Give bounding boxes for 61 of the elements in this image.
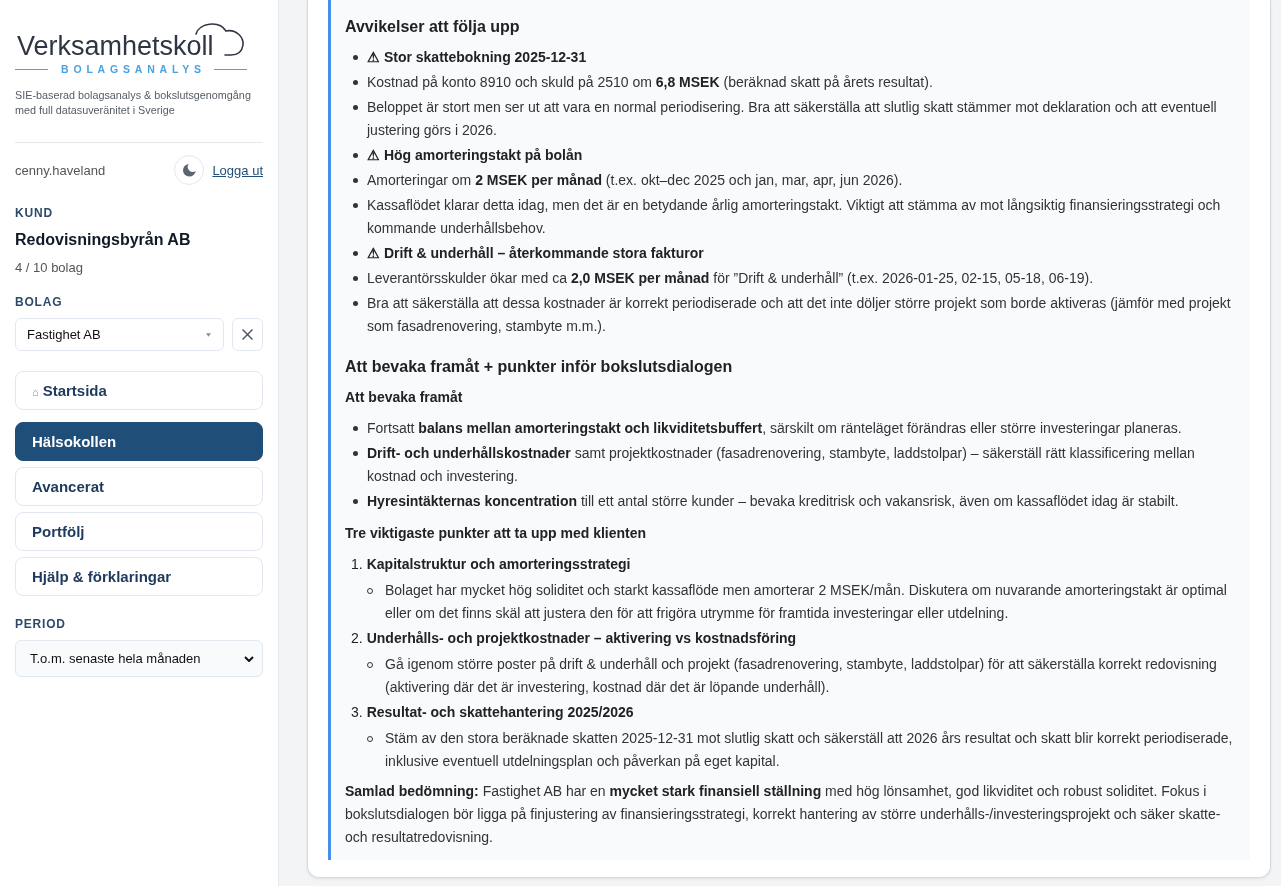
- item-number: 3.: [351, 703, 363, 722]
- warning-heading: ⚠ Drift & underhåll – återkommande stora fakturor: [367, 244, 704, 263]
- bullet-icon: [353, 80, 358, 85]
- company-count: 4 / 10 bolag: [15, 259, 84, 277]
- item-title: Resultat- och skattehantering 2025/2026: [366, 703, 634, 722]
- tagline: SIE-baserad bolagsanalys & bokslutsgenomgång med full datasuveränitet i Sverige: [15, 88, 252, 118]
- item-title: Underhålls- och projektkostnader – aktivering vs kostnadsföring: [366, 629, 797, 648]
- item-number: 1.: [351, 555, 363, 574]
- section-heading: Avvikelser att följa upp: [345, 17, 521, 37]
- bullet-icon: [353, 499, 358, 504]
- nav-button[interactable]: Avancerat: [15, 467, 263, 506]
- subsection-heading: Att bevaka framåt: [345, 388, 464, 407]
- username: cenny.haveland: [15, 162, 107, 178]
- section-label: BOLAG: [15, 294, 64, 310]
- list-item-text: Leverantörsskulder ökar med ca 2,0 MSEK per månad för ”Drift & underhåll” (t.ex. 2026-01-25, 02-15, 05-18, 06-19).: [367, 269, 1093, 288]
- logo-wordmark: Verksamhetskoll: [17, 30, 214, 62]
- nav-button[interactable]: Portfölj: [15, 512, 263, 551]
- warning-heading: ⚠ Stor skattebokning 2025-12-31: [367, 48, 587, 67]
- section-heading: Att bevaka framåt + punkter inför bokslutsdialogen: [345, 357, 734, 377]
- bullet-icon: [353, 276, 358, 281]
- list-item-text: Stäm av den stora beräknade skatten 2025-12-31 mot slutlig skatt och säkerställ att 2026 års resultat och skatt blir korrekt periodiserade, inklusive eventuell utdelningsplan och påverkan på eget kapital.: [385, 729, 1234, 771]
- bullet-icon: [353, 451, 358, 456]
- list-item-text: Gå igenom större poster på drift & underhåll och projekt (fasadrenovering, stambyte, laddstolpar) för att säkerställa korrekt redovisning (aktivering där det är investering, kostnad där det är löpande underhåll).: [385, 655, 1218, 697]
- period-select[interactable]: T.o.m. senaste hela månaden: [15, 640, 263, 677]
- warning-heading: ⚠ Hög amorteringstakt på bolån: [367, 146, 583, 165]
- section-label: PERIOD: [15, 616, 67, 632]
- section-label: KUND: [15, 205, 54, 221]
- list-item-text: Bra att säkerställa att dessa kostnader är korrekt periodiserade och att det inte döljer större projekt som borde aktiveras (jämför med projekt som fasadrenovering, stambyte m.m.).: [367, 294, 1232, 336]
- subsection-heading: Tre viktigaste punkter att ta upp med klienten: [345, 524, 648, 543]
- list-item-text: Hyresintäkternas koncentration till ett antal större kunder – bevaka kreditrisk och vakansrisk, även om kassaflödet idag är stabilt.: [367, 492, 1179, 511]
- nav-button[interactable]: Hälsokollen: [15, 422, 263, 461]
- list-item-text: Kassaflödet klarar detta idag, men det är en betydande årlig amorteringstakt. Viktigt att stämma av mot långsiktig finansieringsstrategi och kommande underhållsbehov.: [367, 196, 1222, 238]
- nav-button[interactable]: Hjälp & förklaringar: [15, 557, 263, 596]
- list-item-text: Fortsatt balans mellan amorteringstakt och likviditetsbuffert, särskilt om ränteläget förändras eller större investeringar planeras.: [367, 419, 1182, 438]
- bullet-icon: [353, 178, 358, 183]
- list-item-text: Bolaget har mycket hög soliditet och starkt kassaflöde men amorterar 2 MSEK/mån. Diskutera om nuvarande amorteringstakt är optimal eller om det finns skäl att justera den för att frigöra utrymme för framtida investeringar eller utdelning.: [385, 581, 1228, 623]
- company-select[interactable]: Fastighet AB: [15, 318, 224, 351]
- customer-name: Redovisningsbyrån AB: [15, 230, 192, 250]
- theme-toggle-button[interactable]: [174, 155, 205, 185]
- bullet-icon: [353, 251, 358, 256]
- list-item-text: Drift- och underhållskostnader samt projektkostnader (fasadrenovering, stambyte, laddstolpar) – säkerställ rätt klassificering mellan kostnad och investering.: [367, 444, 1196, 486]
- summary-paragraph: Samlad bedömning: Fastighet AB har en mycket stark finansiell ställning med hög lönsamhet, god likviditet och robust soliditet. Fokus i bokslutsdialogen bör ligga på finjustering av finansieringsstrategi, korrekt hantering av större underhålls-/investeringsprojekt och säker skatte- och resultatredovisning.: [345, 782, 1222, 847]
- chevron-down-icon: [244, 655, 254, 662]
- bullet-icon: [353, 153, 358, 158]
- list-item-text: Kostnad på konto 8910 och skuld på 2510 om 6,8 MSEK (beräknad skatt på årets resultat).: [367, 73, 933, 92]
- moon-icon: [182, 163, 196, 177]
- bullet-icon: [353, 55, 358, 60]
- bullet-icon: [353, 426, 358, 431]
- list-item-text: Amorteringar om 2 MSEK per månad (t.ex. okt–dec 2025 och jan, mar, apr, jun 2026).: [367, 171, 903, 190]
- caret-icon: [206, 332, 211, 337]
- clear-button[interactable]: [232, 318, 263, 351]
- nav-button[interactable]: ⌂ Startsida: [15, 371, 263, 410]
- list-item-text: Beloppet är stort men ser ut att vara en normal periodisering. Bra att säkerställa att slutlig skatt stämmer mot deklaration och att eventuell justering görs i 2026.: [367, 98, 1218, 140]
- logout-link[interactable]: Logga ut: [212, 162, 263, 178]
- item-number: 2.: [351, 629, 363, 648]
- item-title: Kapitalstruktur och amorteringsstrategi: [366, 555, 631, 574]
- bullet-icon: [353, 105, 358, 110]
- logo-subtitle: BOLAGSANALYS: [60, 63, 206, 75]
- bullet-icon: [353, 301, 358, 306]
- close-icon: [242, 329, 253, 340]
- bullet-icon: [353, 203, 358, 208]
